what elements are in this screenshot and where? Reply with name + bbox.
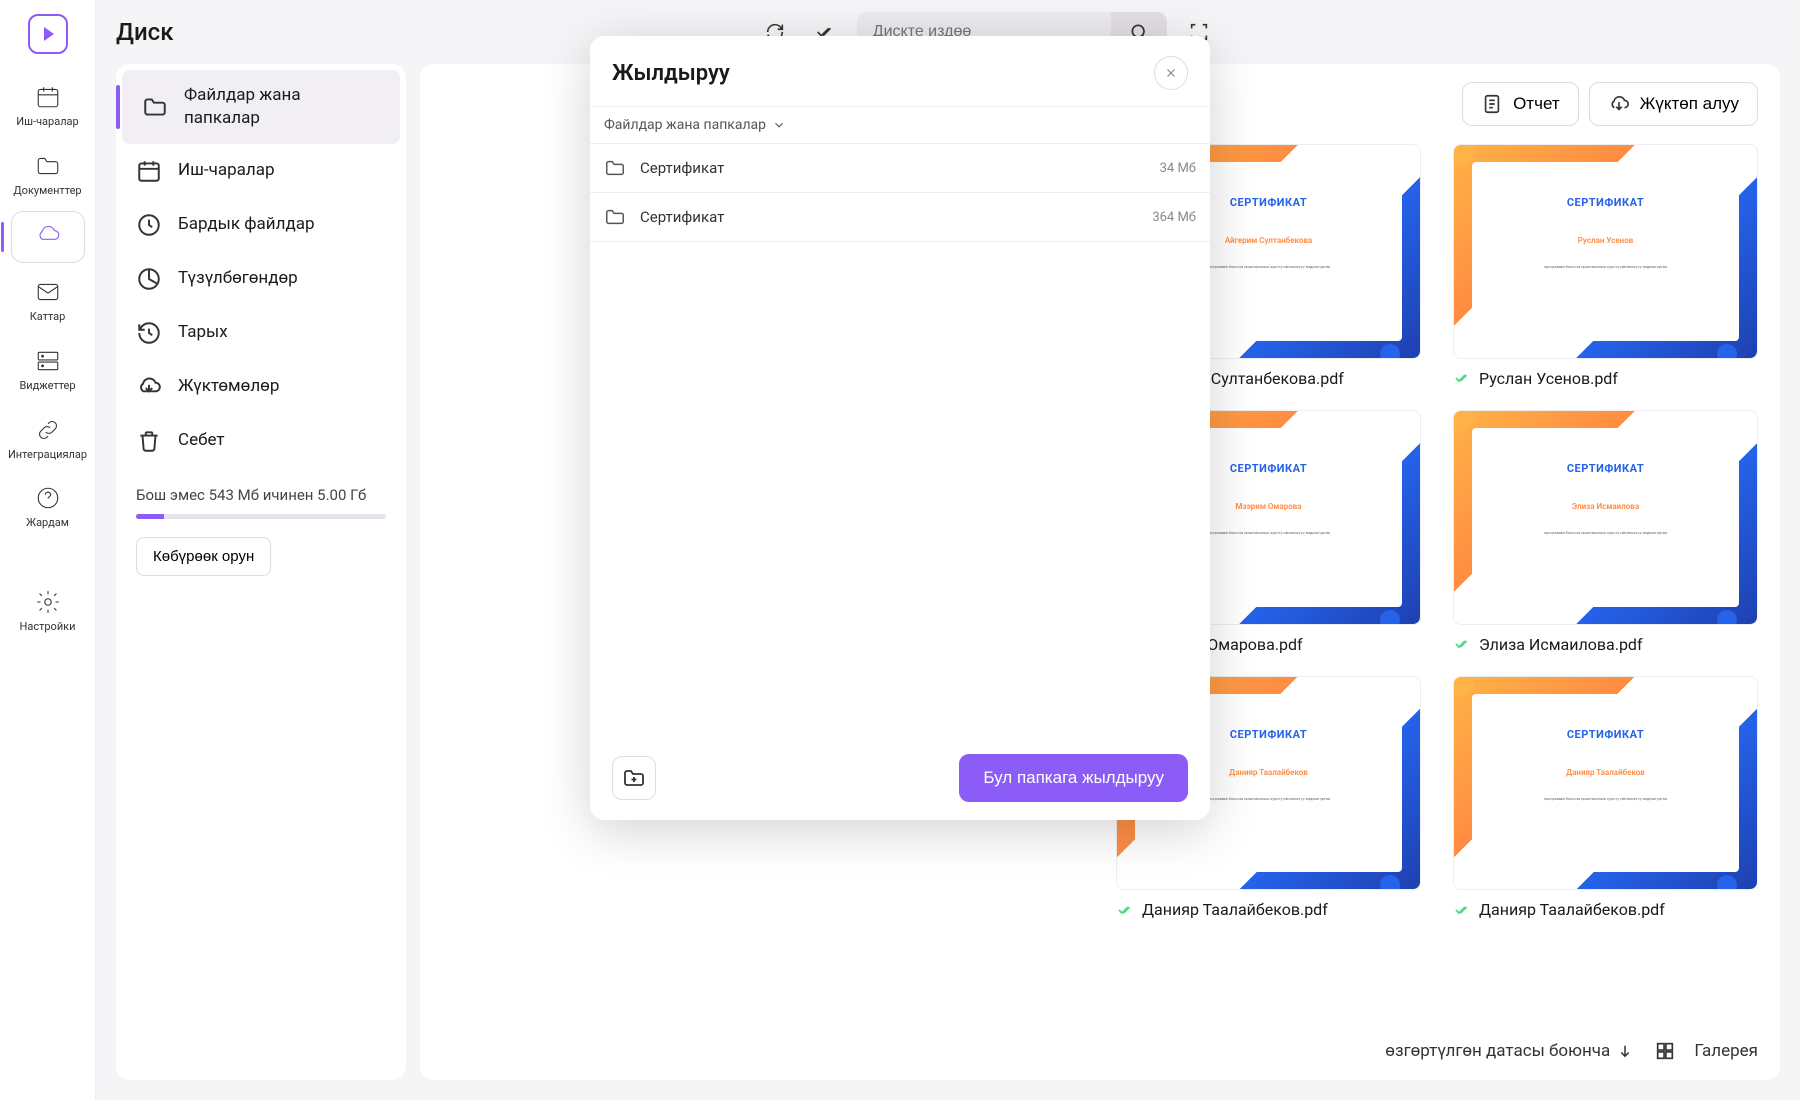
folder-icon (604, 206, 626, 228)
close-icon (1164, 66, 1178, 80)
move-here-button[interactable]: Бул папкага жылдыруу (959, 754, 1188, 802)
modal-close-button[interactable] (1154, 56, 1188, 90)
modal-folder-row[interactable]: Сертификат 364 Мб (590, 193, 1210, 242)
folder-name: Сертификат (640, 208, 1138, 226)
folder-size: 364 Мб (1152, 210, 1196, 225)
modal-breadcrumb[interactable]: Файлдар жана папкалар (590, 107, 1210, 143)
folder-icon (604, 157, 626, 179)
chevron-down-icon (772, 118, 786, 132)
folder-size: 34 Мб (1160, 161, 1196, 176)
folder-plus-icon (622, 766, 646, 790)
modal-folder-row[interactable]: Сертификат 34 Мб (590, 144, 1210, 193)
move-modal: Жылдыруу Файлдар жана папкалар Сертифика… (590, 36, 1210, 820)
folder-name: Сертификат (640, 159, 1146, 177)
new-folder-button[interactable] (612, 756, 656, 800)
modal-overlay: Жылдыруу Файлдар жана папкалар Сертифика… (0, 0, 1800, 1100)
modal-title: Жылдыруу (612, 61, 730, 86)
